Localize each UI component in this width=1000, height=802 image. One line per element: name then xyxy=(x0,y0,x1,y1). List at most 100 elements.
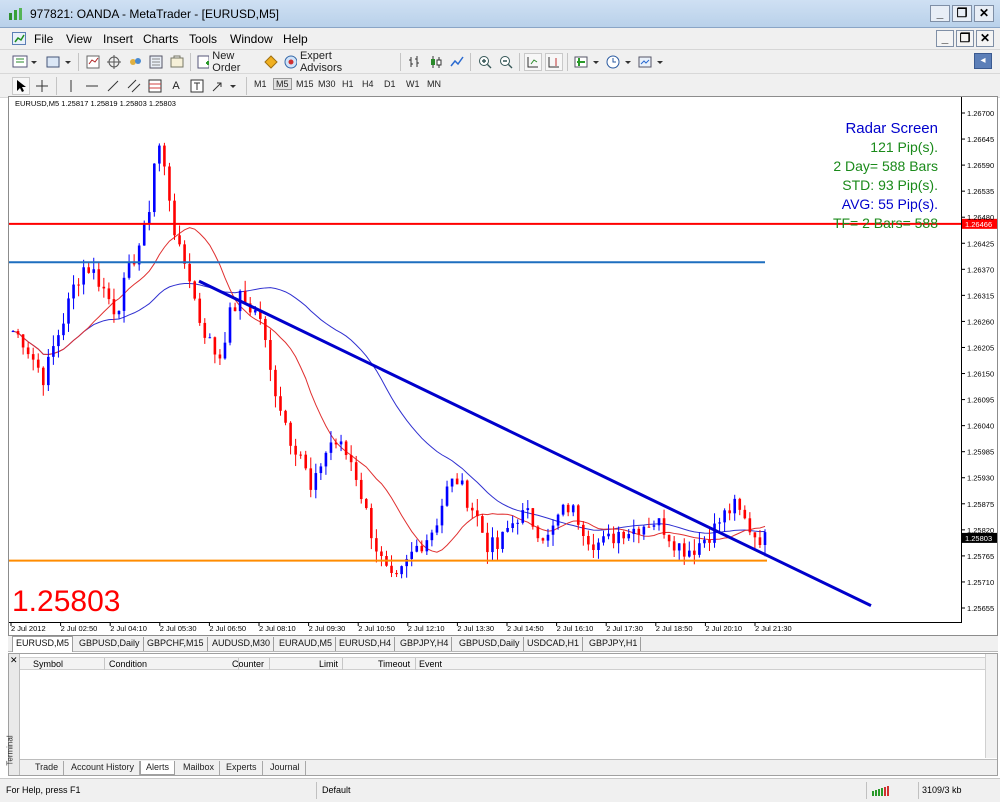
text-button[interactable]: A xyxy=(167,77,185,95)
column-symbol[interactable]: Symbol xyxy=(33,659,63,669)
expert-advisors-label: Expert Advisors xyxy=(299,50,343,74)
tab-mailbox[interactable]: Mailbox xyxy=(178,761,221,775)
tab-gbpjpy-h4[interactable]: GBPJPY,H4 xyxy=(397,637,453,651)
new-chart-button[interactable] xyxy=(10,53,40,71)
candle-body xyxy=(637,528,641,535)
tab-alerts[interactable]: Alerts xyxy=(140,761,176,775)
column-timeout[interactable]: Timeout xyxy=(378,659,410,669)
price-chart[interactable]: 1.26466 1.25803 1.25655 1.25710 1.25765 1.25… xyxy=(8,96,998,636)
candle-body xyxy=(733,498,737,514)
tab-gbpjpy-h1[interactable]: GBPJPY,H1 xyxy=(586,637,642,651)
tab-euraud-m5[interactable]: EURAUD,M5 xyxy=(276,637,337,651)
tab-audusd-m30[interactable]: AUDUSD,M30 xyxy=(209,637,275,651)
tab-gbpusd-daily[interactable]: GBPUSD,Daily xyxy=(76,637,144,651)
timeframe-d1[interactable]: D1 xyxy=(384,79,396,89)
x-tick-label: 2 Jul 14:50 xyxy=(507,624,544,633)
mdi-close-button[interactable]: ✕ xyxy=(976,30,994,47)
channel-button[interactable] xyxy=(125,77,143,95)
terminal-button[interactable] xyxy=(147,53,165,71)
y-tick-label: 1.25820 xyxy=(967,526,994,535)
mdi-restore-button[interactable]: ❐ xyxy=(956,30,974,47)
timeframe-m15[interactable]: M15 xyxy=(296,79,314,89)
tab-eurusd-h4[interactable]: EURUSD,H4 xyxy=(336,637,396,651)
column-event[interactable]: Event xyxy=(419,659,442,669)
candle-body xyxy=(531,508,535,527)
terminal-close-icon[interactable]: ✕ xyxy=(10,655,18,666)
candle-body xyxy=(163,145,166,167)
menu-insert[interactable]: Insert xyxy=(103,32,133,46)
tab-usdcad-h1[interactable]: USDCAD,H1 xyxy=(524,637,584,651)
tab-trade[interactable]: Trade xyxy=(30,761,65,775)
line-chart-button[interactable] xyxy=(448,53,466,71)
timeframe-mn[interactable]: MN xyxy=(427,79,441,89)
new-order-button[interactable]: New Order xyxy=(196,50,260,74)
candle-body xyxy=(647,526,651,528)
tester-button[interactable] xyxy=(168,53,186,71)
market-watch-button[interactable] xyxy=(84,53,102,71)
menu-view[interactable]: View xyxy=(66,32,92,46)
timeframe-h1[interactable]: H1 xyxy=(342,79,354,89)
timeframe-h4[interactable]: H4 xyxy=(362,79,374,89)
x-tick-label: 2 Jul 02:50 xyxy=(61,624,98,633)
tab-account-history[interactable]: Account History xyxy=(66,761,141,775)
data-window-button[interactable] xyxy=(105,53,123,71)
candlestick-button[interactable] xyxy=(427,53,445,71)
horizontal-line-button[interactable] xyxy=(83,77,101,95)
vertical-line-button[interactable] xyxy=(62,77,80,95)
menu-file[interactable]: File xyxy=(34,32,53,46)
metaeditor-button[interactable] xyxy=(262,53,280,71)
zoom-out-button[interactable] xyxy=(497,53,515,71)
cursor-button[interactable] xyxy=(12,77,30,95)
zoom-in-button[interactable] xyxy=(476,53,494,71)
column-condition[interactable]: Condition xyxy=(109,659,147,669)
periods-button[interactable] xyxy=(604,53,634,71)
fibonacci-button[interactable] xyxy=(146,77,164,95)
menu-tools[interactable]: Tools xyxy=(189,32,217,46)
timeframe-w1[interactable]: W1 xyxy=(406,79,420,89)
trendline-button[interactable] xyxy=(104,77,122,95)
menu-help[interactable]: Help xyxy=(283,32,308,46)
bar-chart-icon xyxy=(409,56,419,67)
status-profile[interactable]: Default xyxy=(322,785,351,795)
candle-body xyxy=(314,473,318,490)
mdi-minimize-button[interactable]: _ xyxy=(936,30,954,47)
tab-gbpusd-daily-2[interactable]: GBPUSD,Daily xyxy=(456,637,524,651)
terminal-scrollbar[interactable] xyxy=(985,654,997,758)
timeframe-m1[interactable]: M1 xyxy=(254,79,267,89)
timeframe-m5[interactable]: M5 xyxy=(273,78,292,90)
timeframe-m30[interactable]: M30 xyxy=(318,79,336,89)
tab-gbpchf-m15[interactable]: GBPCHF,M15 xyxy=(144,637,208,651)
arrows-button[interactable] xyxy=(209,77,239,95)
tab-eurusd-m5[interactable]: EURUSD,M5 xyxy=(12,636,74,652)
close-button[interactable]: ✕ xyxy=(974,5,994,22)
text-label-button[interactable] xyxy=(188,77,206,95)
crosshair-button[interactable] xyxy=(33,77,51,95)
chart-shift-button[interactable] xyxy=(545,53,563,71)
minimize-button[interactable]: _ xyxy=(930,5,950,22)
x-tick-label: 2 Jul 08:10 xyxy=(259,624,296,633)
column-limit[interactable]: Limit xyxy=(319,659,338,669)
bar-chart-button[interactable] xyxy=(406,53,424,71)
candle-body xyxy=(208,337,212,339)
y-tick-label: 1.25710 xyxy=(967,578,994,587)
restore-button[interactable]: ❐ xyxy=(952,5,972,22)
chart-window-icon[interactable] xyxy=(12,32,26,45)
profiles-button[interactable] xyxy=(44,53,74,71)
chart-canvas[interactable]: 1.264661.25803 1.256551.257101.257651.25… xyxy=(9,97,997,635)
expert-advisors-button[interactable]: Expert Advisors xyxy=(283,50,367,74)
templates-button[interactable] xyxy=(636,53,666,71)
navigator-button[interactable] xyxy=(126,53,144,71)
tab-experts[interactable]: Experts xyxy=(221,761,263,775)
candle-body xyxy=(445,486,449,506)
candle-body xyxy=(390,565,393,573)
candle-body xyxy=(299,454,302,456)
column-counter[interactable]: Counter xyxy=(232,659,264,669)
menu-window[interactable]: Window xyxy=(230,32,273,46)
tab-journal[interactable]: Journal xyxy=(265,761,306,775)
x-tick-label: 2 Jul 09:30 xyxy=(309,624,346,633)
indicators-button[interactable] xyxy=(572,53,602,71)
menu-charts[interactable]: Charts xyxy=(143,32,178,46)
candle-body xyxy=(153,163,156,213)
auto-scroll-button[interactable] xyxy=(524,53,542,71)
help-panel-icon[interactable]: ◂ xyxy=(974,53,992,69)
